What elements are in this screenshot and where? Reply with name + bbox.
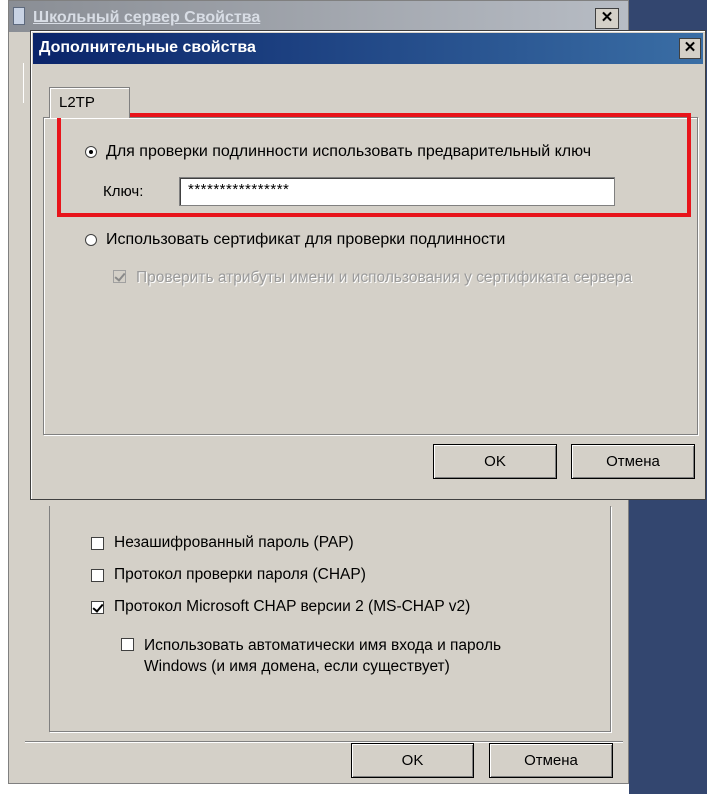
server-properties-titlebar: Школьный сервер Свойства ✕ [9, 1, 628, 32]
advanced-properties-titlebar: Дополнительные свойства ✕ [33, 33, 703, 64]
dialog-ok-button[interactable]: OK [433, 444, 557, 479]
windows-logon-label: Использовать автоматически имя входа и п… [144, 637, 502, 675]
dialog-cancel-button[interactable]: Отмена [571, 444, 695, 479]
key-label: Ключ: [103, 183, 144, 200]
mschap-v2-checkbox-row[interactable]: Протокол Microsoft CHAP версии 2 (MS-CHA… [91, 598, 470, 616]
cert-option-label: Использовать сертификат для проверки под… [106, 231, 506, 248]
windows-logon-checkbox-row[interactable]: Использовать автоматически имя входа и п… [121, 635, 541, 677]
mschap-v2-checkbox[interactable] [91, 601, 104, 614]
window-icon [13, 7, 25, 25]
verify-cert-checkbox-row[interactable]: Проверить атрибуты имени и использования… [113, 267, 693, 288]
pap-label: Незашифрованный пароль (PAP) [114, 534, 354, 551]
pap-checkbox[interactable] [91, 537, 104, 550]
psk-option-row[interactable]: Для проверки подлинности использовать пр… [85, 143, 591, 161]
cert-option-row[interactable]: Использовать сертификат для проверки под… [85, 231, 505, 249]
dialog-title: Дополнительные свойства [39, 39, 256, 56]
verify-cert-checkbox[interactable] [113, 270, 126, 283]
psk-option-label: Для проверки подлинности использовать пр… [106, 143, 592, 160]
windows-logon-checkbox[interactable] [121, 638, 134, 651]
chap-checkbox[interactable] [91, 569, 104, 582]
tab-panel-edge [23, 63, 24, 103]
verify-cert-label: Проверить атрибуты имени и использования… [136, 269, 633, 286]
mschap-v2-label: Протокол Microsoft CHAP версии 2 (MS-CHA… [114, 598, 471, 615]
pap-checkbox-row[interactable]: Незашифрованный пароль (PAP) [91, 534, 354, 552]
chap-label: Протокол проверки пароля (CHAP) [114, 566, 366, 583]
psk-radio[interactable] [85, 146, 97, 158]
advanced-properties-dialog: Дополнительные свойства ✕ L2TP Для прове… [30, 30, 706, 500]
close-icon[interactable]: ✕ [679, 38, 701, 59]
divider [25, 741, 623, 742]
cancel-button[interactable]: Отмена [489, 743, 613, 778]
tab-l2tp[interactable]: L2TP [49, 87, 130, 118]
server-properties-title: Школьный сервер Свойства [33, 9, 261, 26]
ok-button[interactable]: OK [351, 743, 474, 778]
chap-checkbox-row[interactable]: Протокол проверки пароля (CHAP) [91, 566, 366, 584]
close-icon[interactable]: ✕ [595, 8, 619, 29]
key-input[interactable]: **************** [179, 177, 615, 206]
cert-radio[interactable] [85, 234, 97, 246]
